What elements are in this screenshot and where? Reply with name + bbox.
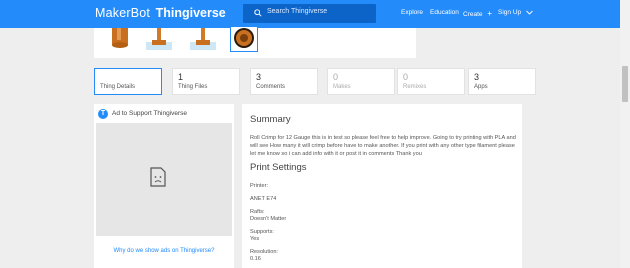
scrollbar-thumb[interactable] bbox=[622, 66, 628, 102]
nav-explore[interactable]: Explore bbox=[401, 9, 423, 16]
nav-signup-label: Sign Up bbox=[498, 9, 522, 16]
summary-text: Roll Crimp for 12 Gauge this is in test … bbox=[250, 134, 516, 158]
thumbnail-1[interactable] bbox=[107, 28, 133, 52]
rafts-value: Doesn't Matter bbox=[250, 216, 287, 222]
logo-makerbot: MakerBot bbox=[95, 6, 151, 20]
tab-apps[interactable]: 3 Apps bbox=[468, 68, 536, 95]
tab-remixes[interactable]: 0 Remixes bbox=[397, 68, 465, 95]
search-input[interactable]: Search Thingiverse bbox=[243, 4, 376, 23]
search-icon bbox=[254, 9, 262, 17]
ad-placeholder[interactable] bbox=[96, 123, 232, 236]
nav-create[interactable]: Create + bbox=[463, 9, 492, 18]
thingiverse-t-icon: T bbox=[98, 109, 108, 119]
plus-icon: + bbox=[487, 9, 492, 18]
makerbot-thingiverse-logo[interactable]: MakerBot Thingiverse bbox=[95, 6, 226, 20]
printer-value: ANET E74 bbox=[250, 196, 277, 202]
printer-label: Printer: bbox=[250, 183, 269, 189]
tab-thing-files-count: 1 bbox=[178, 72, 184, 82]
logo-thingiverse: Thingiverse bbox=[155, 6, 226, 20]
tab-remixes-label: Remixes bbox=[403, 84, 427, 90]
nav-signup[interactable]: Sign Up bbox=[498, 9, 533, 16]
tab-remixes-count: 0 bbox=[403, 72, 409, 82]
thumbnail-2[interactable] bbox=[146, 28, 172, 52]
search-placeholder: Search Thingiverse bbox=[267, 8, 328, 15]
tab-makes-count: 0 bbox=[333, 72, 339, 82]
tab-comments[interactable]: 3 Comments bbox=[250, 68, 318, 95]
tab-thing-files-label: Thing Files bbox=[178, 84, 208, 90]
tab-comments-count: 3 bbox=[256, 72, 262, 82]
why-ads-link[interactable]: Why do we show ads on Thingiverse? bbox=[94, 248, 234, 254]
supports-value: Yes bbox=[250, 236, 260, 242]
tab-thing-files[interactable]: 1 Thing Files bbox=[172, 68, 240, 95]
chevron-down-icon bbox=[526, 10, 533, 15]
nav-education[interactable]: Education bbox=[430, 9, 459, 16]
print-settings-heading: Print Settings bbox=[250, 162, 307, 173]
tab-thing-details[interactable]: Thing Details bbox=[94, 68, 162, 95]
resolution-value: 0.16 bbox=[250, 256, 261, 262]
resolution-label: Resolution: bbox=[250, 249, 278, 255]
thumbnail-3[interactable] bbox=[190, 28, 216, 52]
ad-panel: T Ad to Support Thingiverse Why do we sh… bbox=[94, 104, 234, 268]
page-scrollbar[interactable] bbox=[620, 0, 630, 268]
summary-line: let me know so i can add info with it or… bbox=[250, 151, 422, 157]
rafts-label: Rafts: bbox=[250, 209, 265, 215]
tab-makes[interactable]: 0 Makes bbox=[327, 68, 395, 95]
nav-create-label: Create bbox=[463, 11, 483, 18]
tab-apps-label: Apps bbox=[474, 84, 488, 90]
summary-line: Roll Crimp for 12 Gauge this is in test … bbox=[250, 135, 516, 141]
tab-thing-details-label: Thing Details bbox=[100, 84, 136, 90]
thumbnail-strip bbox=[94, 26, 416, 58]
summary-heading: Summary bbox=[250, 114, 291, 125]
thumbnail-4-selected[interactable] bbox=[230, 26, 258, 52]
top-navbar: MakerBot Thingiverse Search Thingiverse … bbox=[0, 0, 620, 28]
thing-details-content: Summary Roll Crimp for 12 Gauge this is … bbox=[242, 104, 522, 268]
summary-line: will see How many it will crimp before h… bbox=[250, 143, 515, 149]
tab-apps-count: 3 bbox=[474, 72, 480, 82]
supports-label: Supports: bbox=[250, 229, 274, 235]
tab-makes-label: Makes bbox=[333, 84, 351, 90]
broken-image-icon bbox=[150, 167, 166, 187]
ad-title: Ad to Support Thingiverse bbox=[112, 110, 188, 117]
tab-comments-label: Comments bbox=[256, 84, 286, 90]
